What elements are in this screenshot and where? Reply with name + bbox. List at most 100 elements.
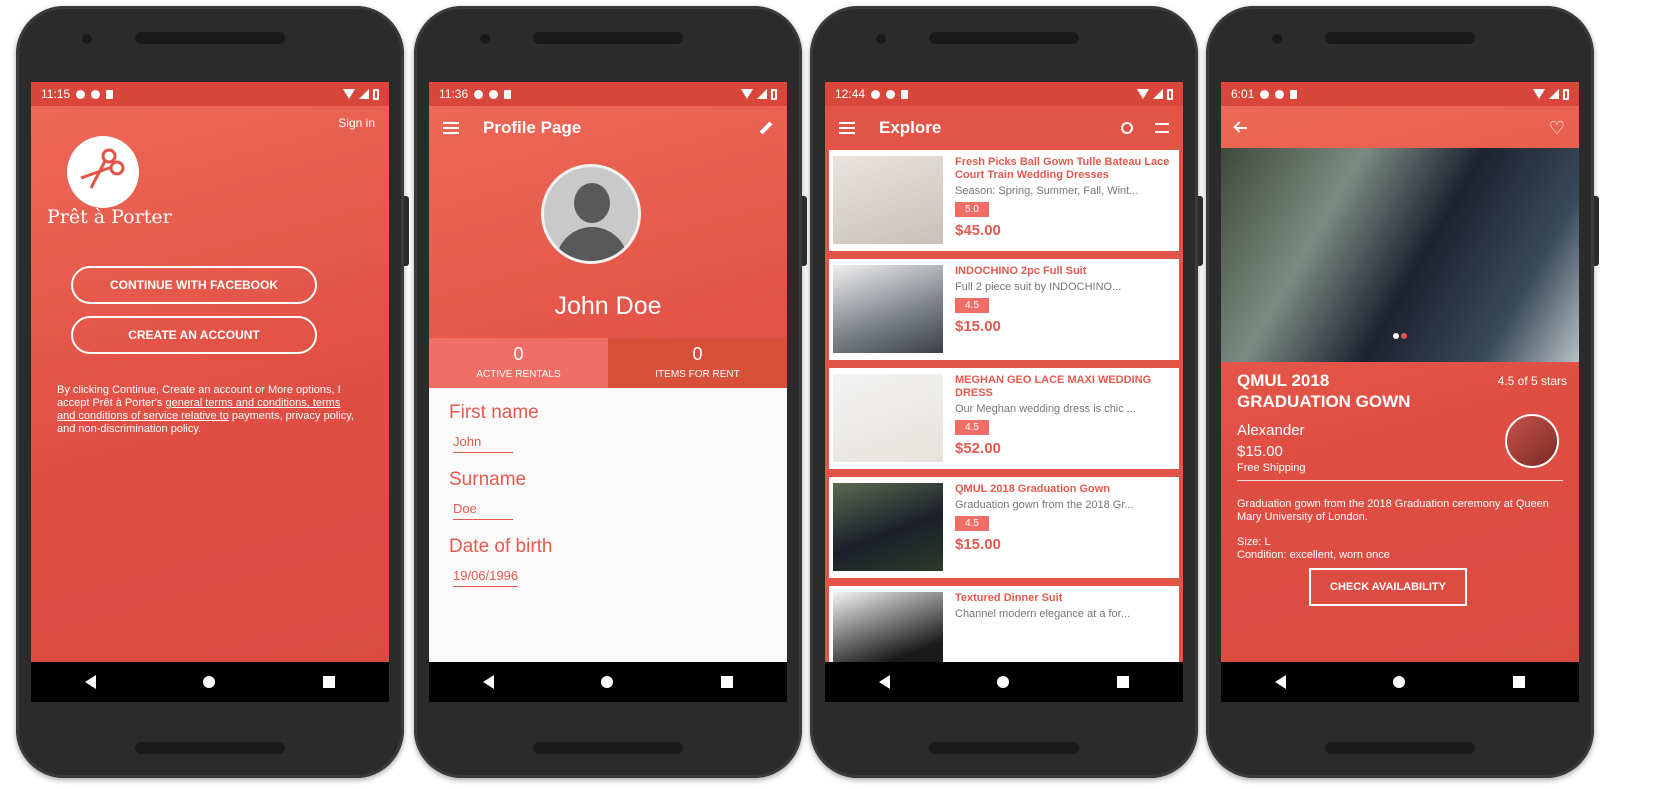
nav-back-icon[interactable] — [482, 675, 494, 689]
signal-icon — [1153, 89, 1163, 99]
date-of-birth-label: Date of birth — [449, 536, 553, 557]
explore-content: Explore Fresh Picks Ball Gown Tulle Bate… — [825, 106, 1183, 687]
speaker-bottom — [1325, 742, 1475, 754]
listing-description: Full 2 piece suit by INDOCHINO... — [955, 281, 1122, 293]
list-item[interactable]: MEGHAN GEO LACE MAXI WEDDING DRESS Our M… — [829, 368, 1179, 469]
stat-label: ACTIVE RENTALS — [476, 369, 561, 380]
signal-icon — [359, 89, 369, 99]
wifi-icon — [343, 89, 355, 99]
avatar-placeholder-icon — [574, 183, 610, 223]
heart-icon[interactable]: ♡ — [1549, 118, 1565, 139]
status-bar: 11:15 — [31, 82, 389, 106]
filter-icon[interactable] — [1155, 123, 1169, 133]
wifi-icon — [1533, 89, 1545, 99]
logo-text: Prêt à Porter — [47, 206, 172, 228]
nav-home-icon[interactable] — [997, 676, 1010, 688]
nav-back-icon[interactable] — [84, 675, 96, 689]
owner-name: Alexander — [1237, 422, 1305, 439]
rating-badge: 4.5 — [955, 516, 989, 531]
carousel-dot-active[interactable] — [1393, 333, 1399, 339]
nav-recents-icon[interactable] — [1513, 676, 1526, 688]
nav-home-icon[interactable] — [203, 676, 216, 688]
back-arrow-icon[interactable] — [1235, 127, 1247, 129]
scissors-icon — [80, 148, 125, 189]
sd-card-status-icon — [1290, 89, 1298, 99]
edit-icon[interactable] — [759, 121, 773, 135]
status-time: 11:36 — [439, 87, 469, 101]
product-condition: Condition: excellent, worn once — [1237, 549, 1390, 561]
stat-label: ITEMS FOR RENT — [655, 369, 740, 380]
menu-icon[interactable] — [839, 122, 855, 134]
signal-icon — [757, 89, 767, 99]
shield-status-icon — [1275, 89, 1285, 99]
nav-recents-icon[interactable] — [323, 676, 336, 688]
sign-in-link[interactable]: Sign in — [338, 116, 375, 130]
speaker-top — [929, 32, 1079, 44]
product-photo-carousel[interactable] — [1221, 148, 1579, 362]
volume-button — [1594, 196, 1599, 266]
sd-card-status-icon — [504, 89, 512, 99]
product-specs: Size: L Condition: excellent, worn once — [1237, 536, 1390, 562]
terms-text: By clicking Continue, Create an account … — [57, 384, 357, 436]
battery-icon — [771, 88, 777, 100]
screen-detail: 6:01 ♡ QMUL 2018 GRADUATION GOWN 4.5 of … — [1221, 82, 1579, 702]
listing-body: MEGHAN GEO LACE MAXI WEDDING DRESS Our M… — [943, 374, 1175, 463]
list-item[interactable]: QMUL 2018 Graduation Gown Graduation gow… — [829, 477, 1179, 578]
front-camera — [1272, 34, 1282, 44]
stat-active-rentals[interactable]: 0 ACTIVE RENTALS — [429, 338, 608, 388]
listing-thumbnail — [833, 156, 943, 244]
listing-description: Our Meghan wedding dress is chic ... — [955, 403, 1136, 415]
create-account-button[interactable]: CREATE AN ACCOUNT — [71, 316, 317, 354]
settings-status-icon — [871, 89, 881, 99]
battery-icon — [373, 88, 379, 100]
app-toolbar: Explore — [825, 106, 1183, 150]
detail-content: ♡ QMUL 2018 GRADUATION GOWN 4.5 of 5 sta… — [1221, 106, 1579, 662]
stat-value: 0 — [692, 344, 703, 364]
nav-home-icon[interactable] — [1393, 676, 1406, 688]
page-title: Profile Page — [483, 118, 582, 137]
owner-avatar[interactable] — [1505, 414, 1559, 468]
nav-back-icon[interactable] — [878, 675, 890, 689]
product-rating: 4.5 of 5 stars — [1497, 374, 1567, 388]
profile-stats: 0 ACTIVE RENTALS 0 ITEMS FOR RENT — [429, 338, 787, 388]
list-item[interactable]: INDOCHINO 2pc Full Suit Full 2 piece sui… — [829, 259, 1179, 360]
stat-items-for-rent[interactable]: 0 ITEMS FOR RENT — [608, 338, 787, 388]
android-nav-bar — [1221, 662, 1579, 702]
listing-price: $45.00 — [955, 222, 1001, 239]
surname-field[interactable]: Doe — [453, 501, 513, 520]
speaker-bottom — [533, 742, 683, 754]
android-nav-bar — [31, 662, 389, 702]
nav-back-icon[interactable] — [1274, 675, 1286, 689]
first-name-field[interactable]: John — [453, 434, 513, 453]
carousel-dot[interactable] — [1401, 333, 1407, 339]
screen-login: 11:15 Sign in Prêt à Porter CONTINUE WIT… — [31, 82, 389, 702]
profile-content: Profile Page John Doe 0 ACTIVE RENTALS 0… — [429, 106, 787, 662]
listing-title: INDOCHINO 2pc Full Suit — [955, 265, 1087, 277]
date-of-birth-field[interactable]: 19/06/1996 — [453, 568, 519, 587]
nav-recents-icon[interactable] — [1117, 676, 1130, 688]
settings-status-icon — [1260, 89, 1270, 99]
mockup-stage: 11:15 Sign in Prêt à Porter CONTINUE WIT… — [0, 0, 1668, 788]
profile-avatar[interactable] — [541, 164, 641, 264]
speaker-top — [135, 32, 285, 44]
listing-title: QMUL 2018 Graduation Gown — [955, 483, 1111, 495]
nav-home-icon[interactable] — [601, 676, 614, 688]
rating-badge: 4.5 — [955, 420, 989, 435]
listing-list[interactable]: Fresh Picks Ball Gown Tulle Bateau Lace … — [825, 150, 1183, 687]
rating-badge: 4.5 — [955, 298, 989, 313]
check-availability-button[interactable]: CHECK AVAILABILITY — [1309, 568, 1467, 606]
list-item[interactable]: Fresh Picks Ball Gown Tulle Bateau Lace … — [829, 150, 1179, 251]
listing-description: Season: Spring, Summer, Fall, Wint... — [955, 185, 1139, 197]
nav-recents-icon[interactable] — [721, 676, 734, 688]
search-icon[interactable] — [1121, 122, 1133, 134]
phone-detail: 6:01 ♡ QMUL 2018 GRADUATION GOWN 4.5 of … — [1206, 6, 1599, 778]
listing-title: MEGHAN GEO LACE MAXI WEDDING DRESS — [955, 374, 1152, 399]
continue-with-facebook-button[interactable]: CONTINUE WITH FACEBOOK — [71, 266, 317, 304]
sd-card-status-icon — [901, 89, 909, 99]
listing-title: Textured Dinner Suit — [955, 592, 1063, 604]
shield-status-icon — [489, 89, 499, 99]
status-bar: 6:01 — [1221, 82, 1579, 106]
product-description: Graduation gown from the 2018 Graduation… — [1237, 498, 1549, 523]
phone-profile: 11:36 Profile Page John Doe 0 ACTIVE REN… — [414, 6, 807, 778]
menu-icon[interactable] — [443, 122, 459, 134]
